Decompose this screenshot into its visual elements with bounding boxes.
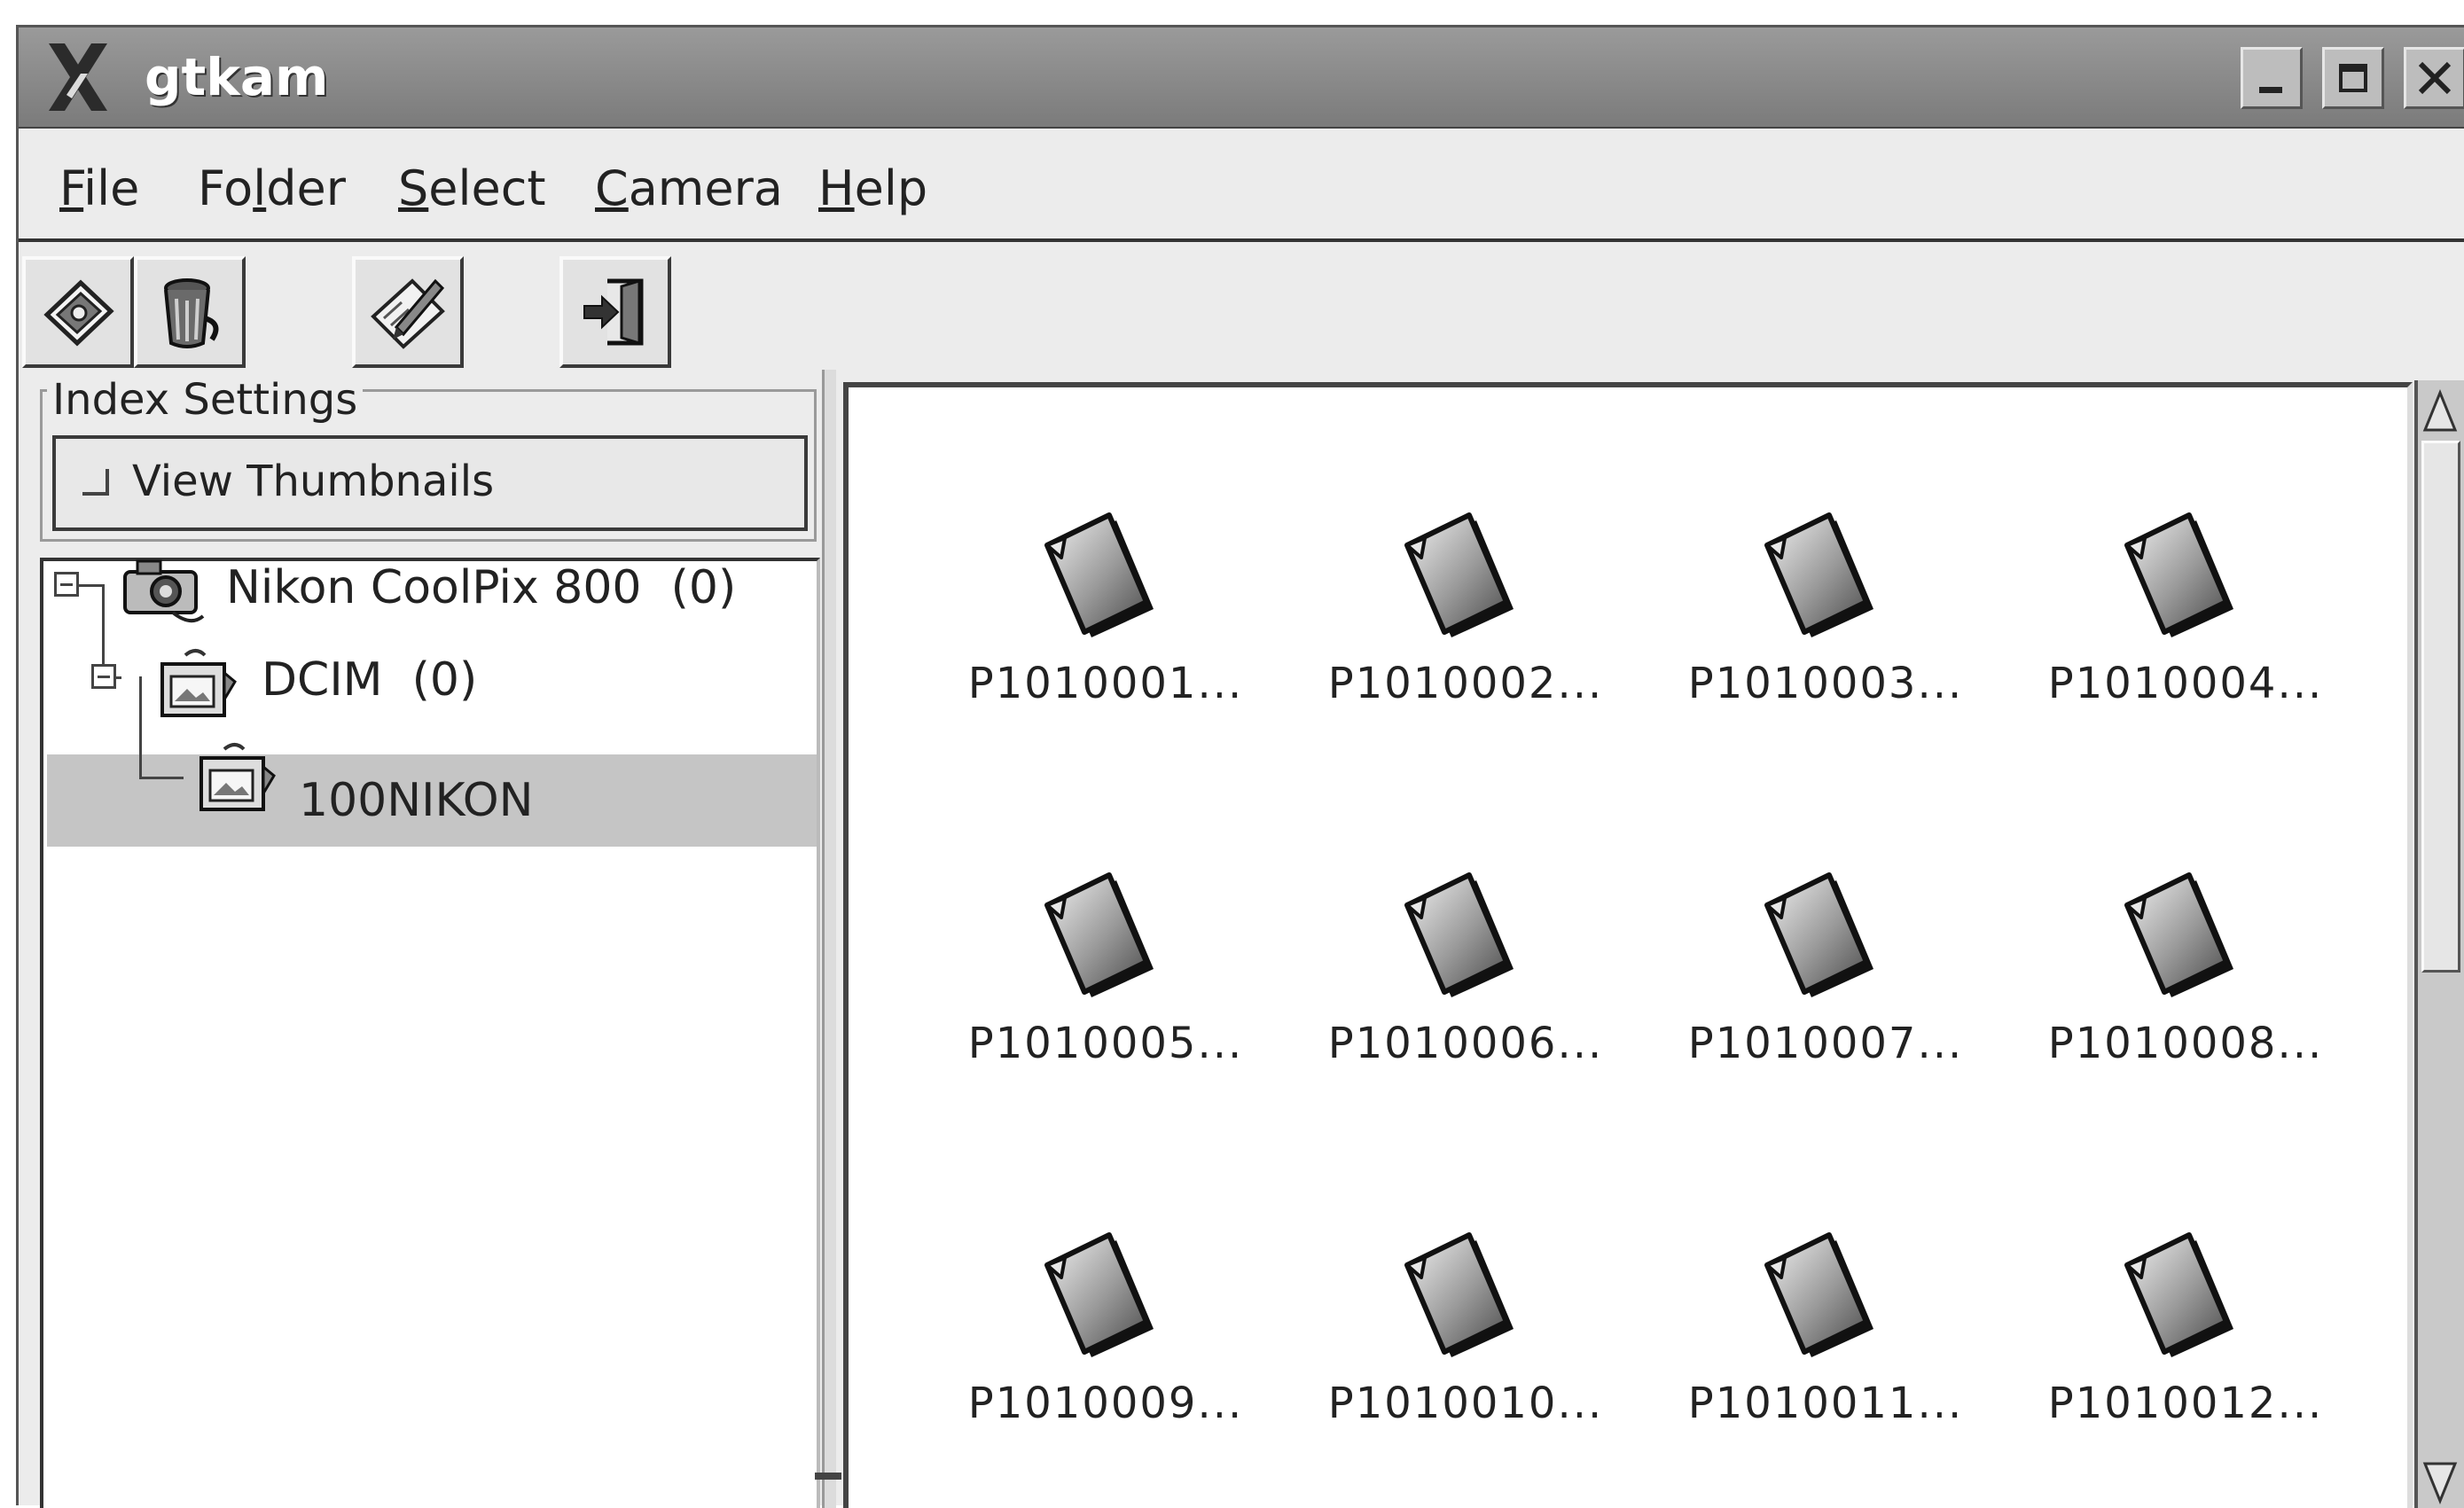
close-icon	[2418, 61, 2452, 95]
file-item[interactable]: P1010002...	[1288, 467, 1643, 804]
file-document-icon	[1764, 512, 1873, 637]
scroll-up-arrow-icon[interactable]	[2420, 386, 2460, 437]
window-title: gtkam	[145, 47, 329, 107]
tree-connector	[139, 676, 142, 779]
file-icon-view[interactable]: P1010001... P1010002... P1010003... P101000…	[843, 382, 2413, 1508]
camera-icon	[123, 559, 205, 623]
view-thumbnails-toggle[interactable]: View Thumbnails	[52, 435, 808, 531]
maximize-icon	[2339, 64, 2367, 92]
preferences-icon	[371, 278, 445, 349]
minimize-icon	[2259, 87, 2282, 93]
menu-camera[interactable]: Camera	[595, 162, 783, 215]
file-name-label: P1010001...	[967, 659, 1244, 708]
file-document-icon	[1764, 1232, 1873, 1357]
index-settings-legend: Index Settings	[47, 377, 364, 423]
tree-connector	[139, 777, 184, 779]
file-item[interactable]: P1010009...	[928, 1187, 1283, 1508]
file-document-icon	[2124, 1232, 2233, 1357]
save-button[interactable]	[22, 256, 134, 368]
file-document-icon	[1044, 512, 1154, 637]
file-document-icon	[1404, 1232, 1514, 1357]
tree-camera-label[interactable]: Nikon CoolPix 800 (0)	[226, 561, 736, 614]
tree-dcim-label[interactable]: DCIM (0)	[262, 653, 477, 707]
x-window-logo-icon[interactable]	[45, 40, 111, 114]
view-thumbnails-label: View Thumbnails	[132, 457, 495, 506]
file-name-label: P1010002...	[1327, 659, 1604, 708]
delete-icon	[164, 278, 219, 348]
file-document-icon	[1764, 872, 1873, 997]
file-item[interactable]: P1010005...	[928, 827, 1283, 1164]
file-name-label: P1010003...	[1687, 659, 1964, 708]
file-name-label: P1010004...	[2047, 659, 2324, 708]
file-item[interactable]: P1010006...	[1288, 827, 1643, 1164]
title-bar[interactable]: gtkam	[19, 27, 2464, 129]
delete-button[interactable]	[134, 256, 246, 368]
file-document-icon	[1044, 1232, 1154, 1357]
minimize-button[interactable]	[2241, 47, 2303, 109]
file-item[interactable]: P1010012...	[2008, 1187, 2363, 1508]
file-item[interactable]: P1010004...	[2008, 467, 2363, 804]
file-item[interactable]: P1010010...	[1288, 1187, 1643, 1508]
file-document-icon	[1404, 872, 1514, 997]
exit-icon	[583, 278, 644, 346]
file-item[interactable]: P1010007...	[1648, 827, 2003, 1164]
tree-connector	[75, 584, 104, 587]
file-name-label: P1010007...	[1687, 1019, 1964, 1068]
folder-image-icon	[160, 649, 237, 717]
file-name-label: P1010011...	[1687, 1379, 1964, 1428]
file-item[interactable]: P1010003...	[1648, 467, 2003, 804]
menu-file[interactable]: File	[59, 162, 139, 215]
camera-folder-tree[interactable]: Nikon CoolPix 800 (0) DCIM (0) 100NIKON	[40, 558, 820, 1508]
pane-divider-handle[interactable]	[815, 1473, 841, 1480]
maximize-button[interactable]	[2322, 47, 2384, 109]
file-document-icon	[2124, 512, 2233, 637]
preferences-button[interactable]	[352, 256, 464, 368]
file-document-icon	[1044, 872, 1154, 997]
file-name-label: P1010006...	[1327, 1019, 1604, 1068]
file-document-icon	[1404, 512, 1514, 637]
menu-select[interactable]: Select	[398, 162, 546, 215]
file-name-label: P1010008...	[2047, 1019, 2324, 1068]
file-item[interactable]: P1010011...	[1648, 1187, 2003, 1508]
file-name-label: P1010012...	[2047, 1379, 2324, 1428]
file-name-label: P1010010...	[1327, 1379, 1604, 1428]
scrollbar-thumb[interactable]	[2421, 441, 2460, 973]
scroll-down-arrow-icon[interactable]	[2420, 1457, 2460, 1508]
tree-collapse-dcim[interactable]	[91, 664, 116, 689]
folder-image-icon	[199, 743, 276, 811]
menu-help[interactable]: Help	[818, 162, 927, 215]
gtkam-window: gtkam File Folder Select Camera Help Ind…	[16, 25, 2464, 1508]
save-icon	[43, 279, 114, 347]
file-name-label: P1010009...	[967, 1379, 1244, 1428]
file-item[interactable]: P1010001...	[928, 467, 1283, 804]
menu-folder[interactable]: Folder	[198, 162, 346, 215]
tree-collapse-camera[interactable]	[54, 572, 79, 597]
view-thumbnails-checkbox[interactable]	[82, 469, 109, 496]
menubar: File Folder Select Camera Help	[19, 129, 2464, 242]
toolbar	[19, 242, 2464, 368]
tree-folder-100nikon-label[interactable]: 100NIKON	[299, 774, 534, 827]
file-item[interactable]: P1010008...	[2008, 827, 2363, 1164]
exit-button[interactable]	[559, 256, 671, 368]
close-button[interactable]	[2404, 47, 2464, 109]
file-name-label: P1010005...	[967, 1019, 1244, 1068]
pane-divider[interactable]	[822, 370, 836, 1508]
file-document-icon	[2124, 872, 2233, 997]
